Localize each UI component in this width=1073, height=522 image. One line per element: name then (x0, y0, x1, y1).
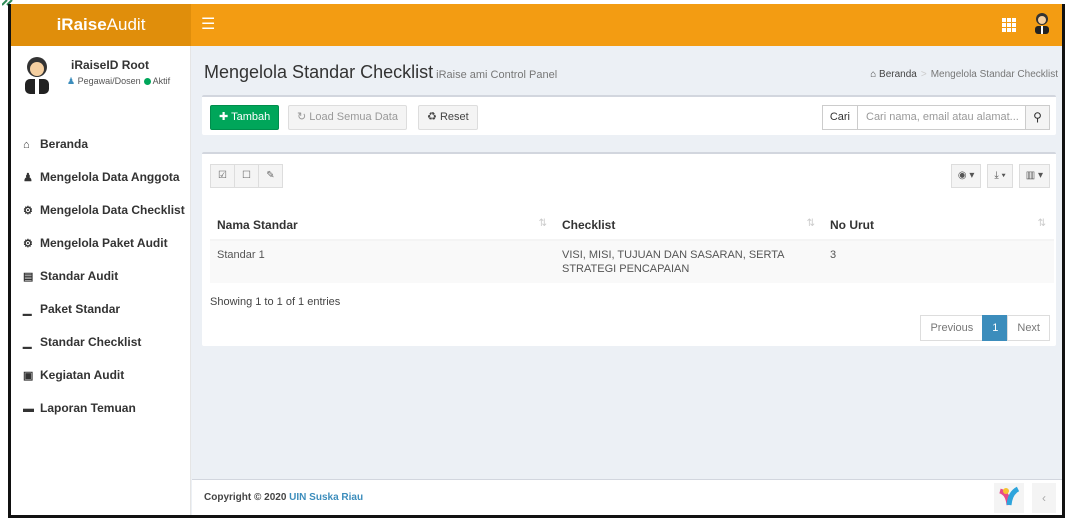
user-role: ♟ Pegawai/Dosen Aktif (67, 76, 171, 86)
pagination: Previous 1 Next (920, 315, 1050, 341)
user-avatar-icon[interactable] (1034, 12, 1050, 34)
load-all-button[interactable]: ↻ Load Semua Data (288, 105, 407, 130)
sidebar-item-standar-checklist[interactable]: ▁ Standar Checklist (11, 326, 191, 359)
bar-chart-icon: ▁ (23, 337, 32, 349)
bar-chart-icon: ▁ (23, 304, 32, 316)
main-content: Mengelola Standar Checklist iRaise ami Co… (192, 46, 1062, 485)
apps-grid-icon[interactable] (1002, 18, 1016, 32)
folder-icon: ▬ (23, 403, 34, 415)
page-1-button[interactable]: 1 (982, 315, 1009, 341)
uncheck-icon[interactable]: ☐ (234, 164, 259, 188)
table-box: ☑ ☐ ✎ ◉ ▾ ⤓ ▾ ▥ ▾ Nama Standar ⇅ Checklis… (202, 152, 1056, 346)
chevron-left-icon[interactable]: ‹ (1032, 483, 1056, 513)
footer: Copyright © 2020 UIN Suska Riau ‹ (192, 479, 1062, 515)
sort-icon: ⇅ (538, 218, 547, 229)
reset-button[interactable]: ♻ Reset (418, 105, 478, 130)
sidebar-item-checklist[interactable]: ⚙ Mengelola Data Checklist (11, 194, 191, 227)
page-title: Mengelola Standar Checklist iRaise ami Co… (204, 62, 558, 82)
org-link[interactable]: UIN Suska Riau (289, 492, 363, 503)
columns-dropdown-icon[interactable]: ▥ ▾ (1018, 164, 1050, 188)
book-icon: ▤ (23, 271, 34, 283)
edit-icon[interactable]: ✎ (258, 164, 283, 188)
prev-button[interactable]: Previous (920, 315, 984, 341)
search-icon: ⚲ (1033, 110, 1042, 124)
copyright: Copyright © 2020 UIN Suska Riau (204, 492, 364, 503)
page-subtitle: iRaise ami Control Panel (436, 69, 558, 81)
view-dropdown-icon[interactable]: ◉ ▾ (950, 164, 982, 188)
table-row[interactable]: Standar 1 VISI, MISI, TUJUAN DAN SASARAN… (210, 239, 1054, 283)
data-table: Nama Standar ⇅ Checklist ⇅ No Urut ⇅ Standa… (210, 210, 1054, 283)
breadcrumb-home[interactable]: Beranda (879, 69, 917, 80)
column-header[interactable]: Nama Standar ⇅ (210, 210, 555, 241)
home-icon: ⌂ (870, 69, 877, 80)
sidebar-item-anggota[interactable]: ♟ Mengelola Data Anggota (11, 161, 191, 194)
sort-icon: ⇅ (806, 218, 815, 229)
search-button[interactable]: ⚲ (1026, 105, 1050, 130)
column-header[interactable]: No Urut ⇅ (823, 210, 1054, 241)
sidebar-item-standar-audit[interactable]: ▤ Standar Audit (11, 260, 191, 293)
yii-logo-icon[interactable] (994, 483, 1024, 513)
search-input[interactable]: Cari nama, email atau alamat... (858, 105, 1026, 130)
sort-icon: ⇅ (1037, 218, 1046, 229)
plus-icon: ✚ (219, 111, 229, 123)
action-box: ✚ Tambah ↻ Load Semua Data ♻ Reset Cari … (202, 95, 1056, 135)
table-cell: VISI, MISI, TUJUAN DAN SASARAN, SERTA ST… (555, 239, 823, 283)
sidebar-item-paket-audit[interactable]: ⚙ Mengelola Paket Audit (11, 227, 191, 260)
sidebar-item-laporan-temuan[interactable]: ▬ Laporan Temuan (11, 392, 191, 425)
breadcrumb: ⌂ Beranda > Mengelola Standar Checklist (870, 69, 1058, 80)
column-header[interactable]: Checklist ⇅ (555, 210, 823, 241)
refresh-icon: ↻ (297, 111, 307, 123)
sidebar-item-kegiatan-audit[interactable]: ▣ Kegiatan Audit (11, 359, 191, 392)
table-info: Showing 1 to 1 of 1 entries (210, 296, 341, 308)
users-icon: ♟ (23, 172, 33, 184)
search-label: Cari (821, 105, 858, 130)
id-card-icon: ▣ (23, 370, 34, 382)
recycle-icon: ♻ (427, 111, 437, 123)
status-dot-icon (143, 78, 151, 85)
cogs-icon: ⚙ (23, 238, 33, 250)
check-all-icon[interactable]: ☑ (210, 164, 235, 188)
sidebar: iRaiseID Root ♟ Pegawai/Dosen Aktif ⌂ Bera… (11, 46, 191, 515)
brand-logo[interactable]: iRaiseAudit (11, 4, 191, 46)
table-tools: ◉ ▾ ⤓ ▾ ▥ ▾ (950, 164, 1050, 188)
cogs-icon: ⚙ (23, 205, 33, 217)
table-toolbar: ☑ ☐ ✎ (210, 164, 283, 188)
sidebar-item-beranda[interactable]: ⌂ Beranda (11, 128, 191, 161)
table-cell: 3 (823, 239, 1054, 283)
home-icon: ⌂ (23, 139, 30, 151)
avatar (25, 57, 49, 94)
next-button[interactable]: Next (1007, 315, 1050, 341)
app-window: iRaiseAudit ☰ iRaiseID Root ♟ Pegawai/Do… (8, 4, 1065, 518)
user-icon: ♟ (67, 76, 76, 86)
sidebar-toggle-icon[interactable]: ☰ (201, 14, 215, 34)
sidebar-item-paket-standar[interactable]: ▁ Paket Standar (11, 293, 191, 326)
add-button[interactable]: ✚ Tambah (210, 105, 280, 130)
top-navbar: iRaiseAudit ☰ (11, 4, 1062, 46)
search-group: Cari Cari nama, email atau alamat... ⚲ (821, 105, 1050, 130)
user-panel: iRaiseID Root ♟ Pegawai/Dosen Aktif (23, 56, 188, 106)
breadcrumb-current: Mengelola Standar Checklist (930, 69, 1058, 80)
table-cell: Standar 1 (210, 239, 555, 283)
export-dropdown-icon[interactable]: ⤓ ▾ (987, 164, 1013, 188)
user-name: iRaiseID Root (71, 58, 150, 72)
sidebar-menu: ⌂ Beranda ♟ Mengelola Data Anggota ⚙ Mengel… (11, 128, 191, 425)
